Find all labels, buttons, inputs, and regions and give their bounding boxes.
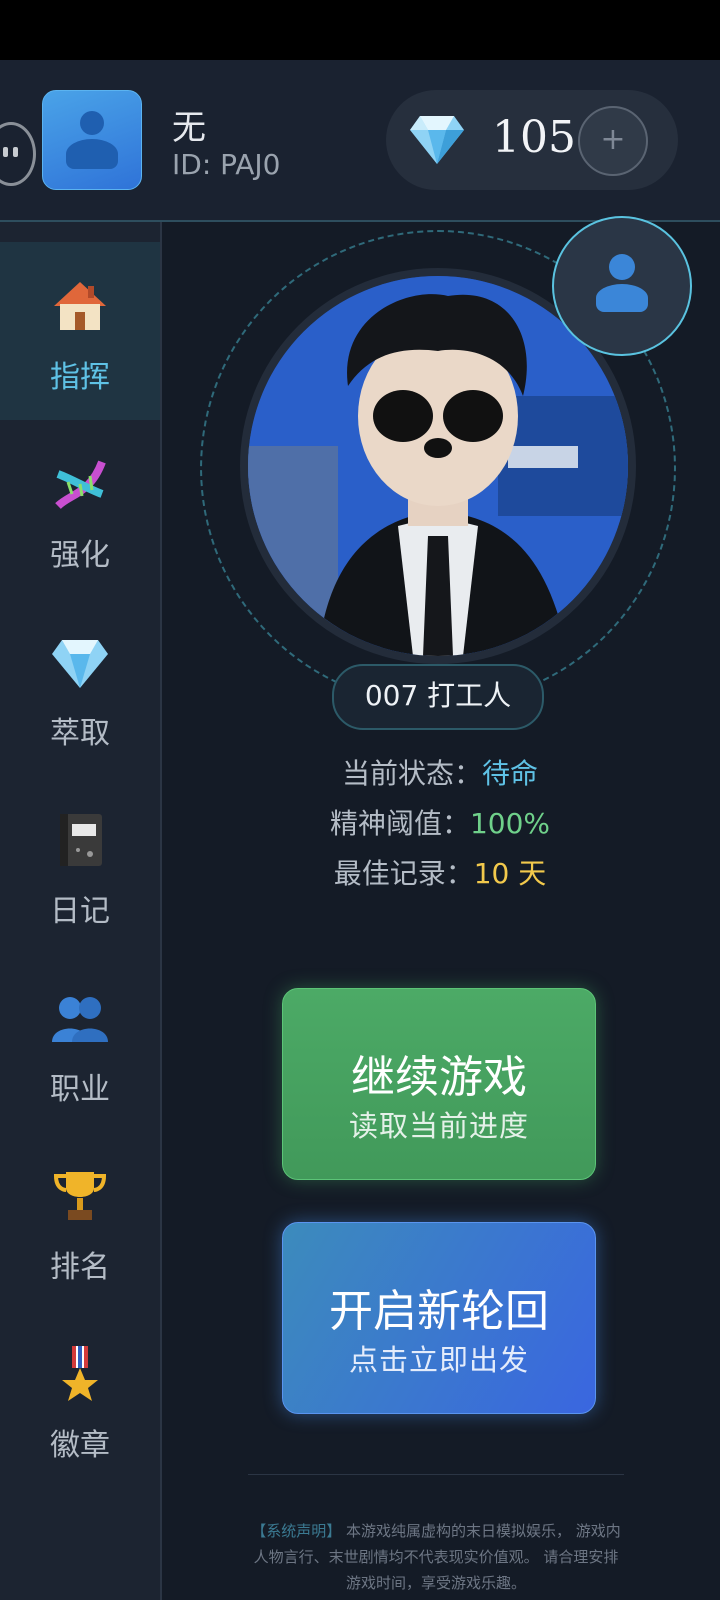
disclaimer-tag: 【系统声明】 — [251, 1522, 342, 1540]
user-avatar-icon — [64, 111, 120, 171]
status-row: 当前状态：待命 — [160, 752, 720, 792]
sidebar-nav: 指挥 强化 萃取 日记 职业 排名 徽章 — [0, 222, 162, 1600]
sanity-label: 精神阈值： — [329, 807, 470, 840]
sidebar-item-enhance[interactable]: 强化 — [0, 420, 160, 598]
trophy-icon — [53, 1172, 107, 1220]
record-label: 最佳记录： — [333, 857, 474, 890]
sidebar-item-badges[interactable]: 徽章 — [0, 1310, 160, 1488]
gem-icon — [52, 640, 108, 688]
sidebar-item-label: 指挥 — [50, 360, 110, 395]
character-title-badge: 007 打工人 — [332, 664, 544, 730]
status-label: 当前状态： — [341, 757, 482, 790]
gem-balance: 105 + — [386, 90, 678, 190]
new-cycle-subtitle: 点击立即出发 — [348, 1343, 529, 1377]
record-value: 10 天 — [473, 857, 547, 890]
sidebar-item-ranking[interactable]: 排名 — [0, 1132, 160, 1310]
user-id: ID: PAJ0 — [172, 148, 281, 181]
mini-avatar-button[interactable] — [552, 216, 692, 356]
medal-icon — [62, 1346, 98, 1401]
gem-icon — [410, 116, 464, 164]
divider — [248, 1474, 624, 1475]
sidebar-item-command[interactable]: 指挥 — [0, 242, 160, 420]
dna-icon — [55, 460, 106, 510]
sidebar-item-extract[interactable]: 萃取 — [0, 598, 160, 776]
back-button[interactable] — [0, 122, 36, 186]
sidebar-item-label: 萃取 — [50, 716, 110, 751]
main-panel: 007 打工人 当前状态：待命 精神阈值：100% 最佳记录：10 天 继续游戏… — [160, 216, 720, 1600]
sidebar-item-profession[interactable]: 职业 — [0, 954, 160, 1132]
user-name: 无 — [172, 108, 206, 148]
record-row: 最佳记录：10 天 — [160, 852, 720, 892]
sidebar-item-label: 职业 — [50, 1072, 110, 1107]
top-header: 无 ID: PAJ0 105 + — [0, 60, 720, 222]
system-disclaimer: 【系统声明】 本游戏纯属虚构的末日模拟娱乐， 游戏内人物言行、末世剧情均不代表现… — [248, 1518, 624, 1596]
sidebar-item-label: 排名 — [50, 1250, 110, 1285]
users-icon — [52, 997, 108, 1042]
new-cycle-button[interactable]: 开启新轮回 点击立即出发 — [282, 1222, 596, 1414]
continue-game-title: 继续游戏 — [351, 1052, 527, 1103]
add-gems-button[interactable]: + — [578, 106, 648, 176]
sidebar-item-label: 强化 — [50, 538, 110, 573]
user-avatar[interactable] — [42, 90, 142, 190]
mini-avatar-icon — [594, 254, 650, 314]
status-bar — [0, 0, 720, 60]
home-icon — [54, 282, 106, 330]
notebook-icon — [60, 814, 102, 866]
status-value: 待命 — [482, 757, 539, 790]
new-cycle-title: 开启新轮回 — [329, 1286, 549, 1337]
sidebar-item-diary[interactable]: 日记 — [0, 776, 160, 954]
continue-game-subtitle: 读取当前进度 — [348, 1109, 529, 1143]
gem-count: 105 — [492, 112, 576, 163]
continue-game-button[interactable]: 继续游戏 读取当前进度 — [282, 988, 596, 1180]
sidebar-item-label: 日记 — [50, 894, 110, 929]
sidebar-item-label: 徽章 — [50, 1428, 110, 1463]
sanity-value: 100% — [469, 807, 551, 840]
sanity-row: 精神阈值：100% — [160, 802, 720, 842]
